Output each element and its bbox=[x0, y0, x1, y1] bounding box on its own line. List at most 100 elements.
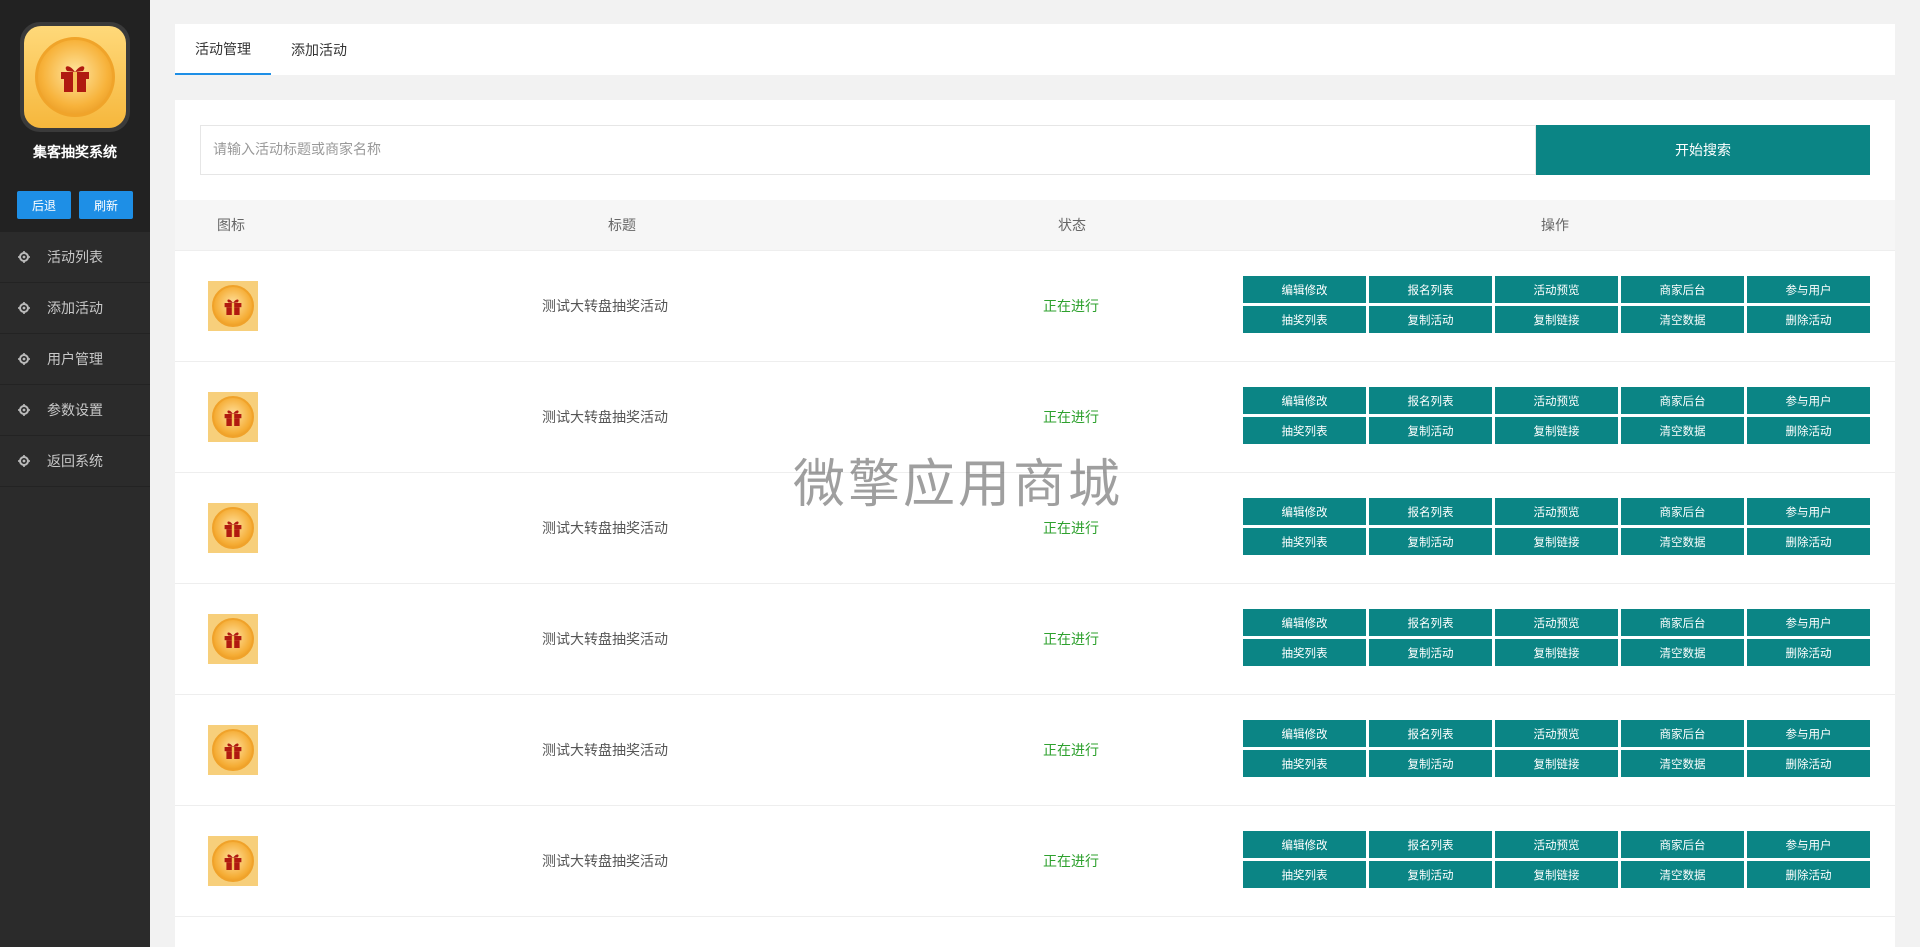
gear-icon bbox=[18, 251, 30, 263]
edit-button[interactable]: 编辑修改 bbox=[1243, 831, 1366, 858]
sidebar-item-activity-list[interactable]: 活动列表 bbox=[0, 232, 150, 283]
sidebar: 集客抽奖系统 后退 刷新 活动列表添加活动用户管理参数设置返回系统 bbox=[0, 0, 150, 947]
copy-activity-button[interactable]: 复制活动 bbox=[1369, 639, 1492, 666]
copy-activity-button[interactable]: 复制活动 bbox=[1369, 417, 1492, 444]
copy-activity-button[interactable]: 复制活动 bbox=[1369, 750, 1492, 777]
lottery-list-button[interactable]: 抽奖列表 bbox=[1243, 528, 1366, 555]
tab-add-activity[interactable]: 添加活动 bbox=[271, 24, 367, 75]
copy-activity-button[interactable]: 复制活动 bbox=[1369, 528, 1492, 555]
merchant-backend-button[interactable]: 商家后台 bbox=[1621, 387, 1744, 414]
delete-activity-button[interactable]: 删除活动 bbox=[1747, 528, 1870, 555]
merchant-backend-button[interactable]: 商家后台 bbox=[1621, 720, 1744, 747]
copy-link-button[interactable]: 复制链接 bbox=[1495, 306, 1618, 333]
back-button[interactable]: 后退 bbox=[17, 191, 71, 219]
gear-icon bbox=[18, 404, 30, 416]
sidebar-item-label: 返回系统 bbox=[47, 454, 103, 470]
action-buttons: 编辑修改 报名列表 活动预览 商家后台 参与用户抽奖列表 复制活动 复制链接 清空数据 删除活动 bbox=[1243, 720, 1870, 777]
copy-link-button[interactable]: 复制链接 bbox=[1495, 639, 1618, 666]
signup-list-button[interactable]: 报名列表 bbox=[1369, 720, 1492, 747]
search-input[interactable] bbox=[200, 125, 1536, 175]
table-row: 测试大转盘抽奖活动 正在进行 编辑修改 报名列表 活动预览 商家后台 参与用户抽奖列表 复制活… bbox=[175, 806, 1895, 917]
clear-data-button[interactable]: 清空数据 bbox=[1621, 861, 1744, 888]
lottery-list-button[interactable]: 抽奖列表 bbox=[1243, 750, 1366, 777]
sidebar-item-parameter-settings[interactable]: 参数设置 bbox=[0, 385, 150, 436]
activity-title: 测试大转盘抽奖活动 bbox=[542, 299, 668, 315]
logo-area: 集客抽奖系统 bbox=[0, 0, 150, 172]
activity-gift-icon bbox=[208, 392, 258, 442]
preview-button[interactable]: 活动预览 bbox=[1495, 276, 1618, 303]
copy-activity-button[interactable]: 复制活动 bbox=[1369, 861, 1492, 888]
lottery-list-button[interactable]: 抽奖列表 bbox=[1243, 306, 1366, 333]
edit-button[interactable]: 编辑修改 bbox=[1243, 387, 1366, 414]
app-name: 集客抽奖系统 bbox=[33, 145, 117, 161]
status-badge: 正在进行 bbox=[1043, 854, 1099, 870]
signup-list-button[interactable]: 报名列表 bbox=[1369, 609, 1492, 636]
sidebar-item-add-activity[interactable]: 添加活动 bbox=[0, 283, 150, 334]
gift-coin-icon bbox=[35, 37, 115, 117]
sidebar-buttons: 后退 刷新 bbox=[0, 172, 150, 232]
signup-list-button[interactable]: 报名列表 bbox=[1369, 387, 1492, 414]
sidebar-item-label: 参数设置 bbox=[47, 403, 103, 419]
status-badge: 正在进行 bbox=[1043, 410, 1099, 426]
edit-button[interactable]: 编辑修改 bbox=[1243, 276, 1366, 303]
clear-data-button[interactable]: 清空数据 bbox=[1621, 417, 1744, 444]
status-badge: 正在进行 bbox=[1043, 632, 1099, 648]
refresh-button[interactable]: 刷新 bbox=[79, 191, 133, 219]
copy-link-button[interactable]: 复制链接 bbox=[1495, 417, 1618, 444]
lottery-list-button[interactable]: 抽奖列表 bbox=[1243, 417, 1366, 444]
clear-data-button[interactable]: 清空数据 bbox=[1621, 750, 1744, 777]
preview-button[interactable]: 活动预览 bbox=[1495, 831, 1618, 858]
signup-list-button[interactable]: 报名列表 bbox=[1369, 276, 1492, 303]
lottery-list-button[interactable]: 抽奖列表 bbox=[1243, 639, 1366, 666]
activity-title: 测试大转盘抽奖活动 bbox=[542, 410, 668, 426]
preview-button[interactable]: 活动预览 bbox=[1495, 387, 1618, 414]
table-row: 测试大转盘抽奖活动 正在进行 编辑修改 报名列表 活动预览 商家后台 参与用户 抽奖列表 复制活… bbox=[175, 251, 1895, 362]
clear-data-button[interactable]: 清空数据 bbox=[1621, 306, 1744, 333]
delete-activity-button[interactable]: 删除活动 bbox=[1747, 750, 1870, 777]
delete-activity-button[interactable]: 删除活动 bbox=[1747, 417, 1870, 444]
delete-activity-button[interactable]: 删除活动 bbox=[1747, 861, 1870, 888]
column-header-operations: 操作 bbox=[1541, 218, 1569, 234]
merchant-backend-button[interactable]: 商家后台 bbox=[1621, 276, 1744, 303]
search-button[interactable]: 开始搜索 bbox=[1536, 125, 1870, 175]
merchant-backend-button[interactable]: 商家后台 bbox=[1621, 609, 1744, 636]
merchant-backend-button[interactable]: 商家后台 bbox=[1621, 498, 1744, 525]
edit-button[interactable]: 编辑修改 bbox=[1243, 720, 1366, 747]
participants-button[interactable]: 参与用户 bbox=[1747, 498, 1870, 525]
sidebar-item-label: 用户管理 bbox=[47, 352, 103, 368]
activity-gift-icon bbox=[208, 836, 258, 886]
sidebar-item-user-management[interactable]: 用户管理 bbox=[0, 334, 150, 385]
copy-link-button[interactable]: 复制链接 bbox=[1495, 750, 1618, 777]
edit-button[interactable]: 编辑修改 bbox=[1243, 609, 1366, 636]
participants-button[interactable]: 参与用户 bbox=[1747, 609, 1870, 636]
action-buttons: 编辑修改 报名列表 活动预览 商家后台 参与用户抽奖列表 复制活动 复制链接 清空数据 删除活动 bbox=[1243, 498, 1870, 555]
tab-activity-management[interactable]: 活动管理 bbox=[175, 24, 271, 75]
delete-activity-button[interactable]: 删除活动 bbox=[1747, 639, 1870, 666]
gear-icon bbox=[18, 302, 30, 314]
signup-list-button[interactable]: 报名列表 bbox=[1369, 831, 1492, 858]
lottery-list-button[interactable]: 抽奖列表 bbox=[1243, 861, 1366, 888]
activity-title: 测试大转盘抽奖活动 bbox=[542, 854, 668, 870]
participants-button[interactable]: 参与用户 bbox=[1747, 720, 1870, 747]
clear-data-button[interactable]: 清空数据 bbox=[1621, 528, 1744, 555]
gift-icon bbox=[61, 66, 89, 92]
participants-button[interactable]: 参与用户 bbox=[1747, 276, 1870, 303]
participants-button[interactable]: 参与用户 bbox=[1747, 387, 1870, 414]
edit-button[interactable]: 编辑修改 bbox=[1243, 498, 1366, 525]
copy-activity-button[interactable]: 复制活动 bbox=[1369, 306, 1492, 333]
delete-activity-button[interactable]: 删除活动 bbox=[1747, 306, 1870, 333]
table-body: 测试大转盘抽奖活动 正在进行 编辑修改 报名列表 活动预览 商家后台 参与用户 抽奖列表 复制活… bbox=[175, 251, 1895, 917]
signup-list-button[interactable]: 报名列表 bbox=[1369, 498, 1492, 525]
tab-bar: 活动管理 添加活动 bbox=[175, 24, 1895, 75]
clear-data-button[interactable]: 清空数据 bbox=[1621, 639, 1744, 666]
participants-button[interactable]: 参与用户 bbox=[1747, 831, 1870, 858]
preview-button[interactable]: 活动预览 bbox=[1495, 609, 1618, 636]
preview-button[interactable]: 活动预览 bbox=[1495, 498, 1618, 525]
copy-link-button[interactable]: 复制链接 bbox=[1495, 528, 1618, 555]
status-badge: 正在进行 bbox=[1043, 521, 1099, 537]
sidebar-item-return-system[interactable]: 返回系统 bbox=[0, 436, 150, 487]
sidebar-item-label: 添加活动 bbox=[47, 301, 103, 317]
merchant-backend-button[interactable]: 商家后台 bbox=[1621, 831, 1744, 858]
copy-link-button[interactable]: 复制链接 bbox=[1495, 861, 1618, 888]
preview-button[interactable]: 活动预览 bbox=[1495, 720, 1618, 747]
